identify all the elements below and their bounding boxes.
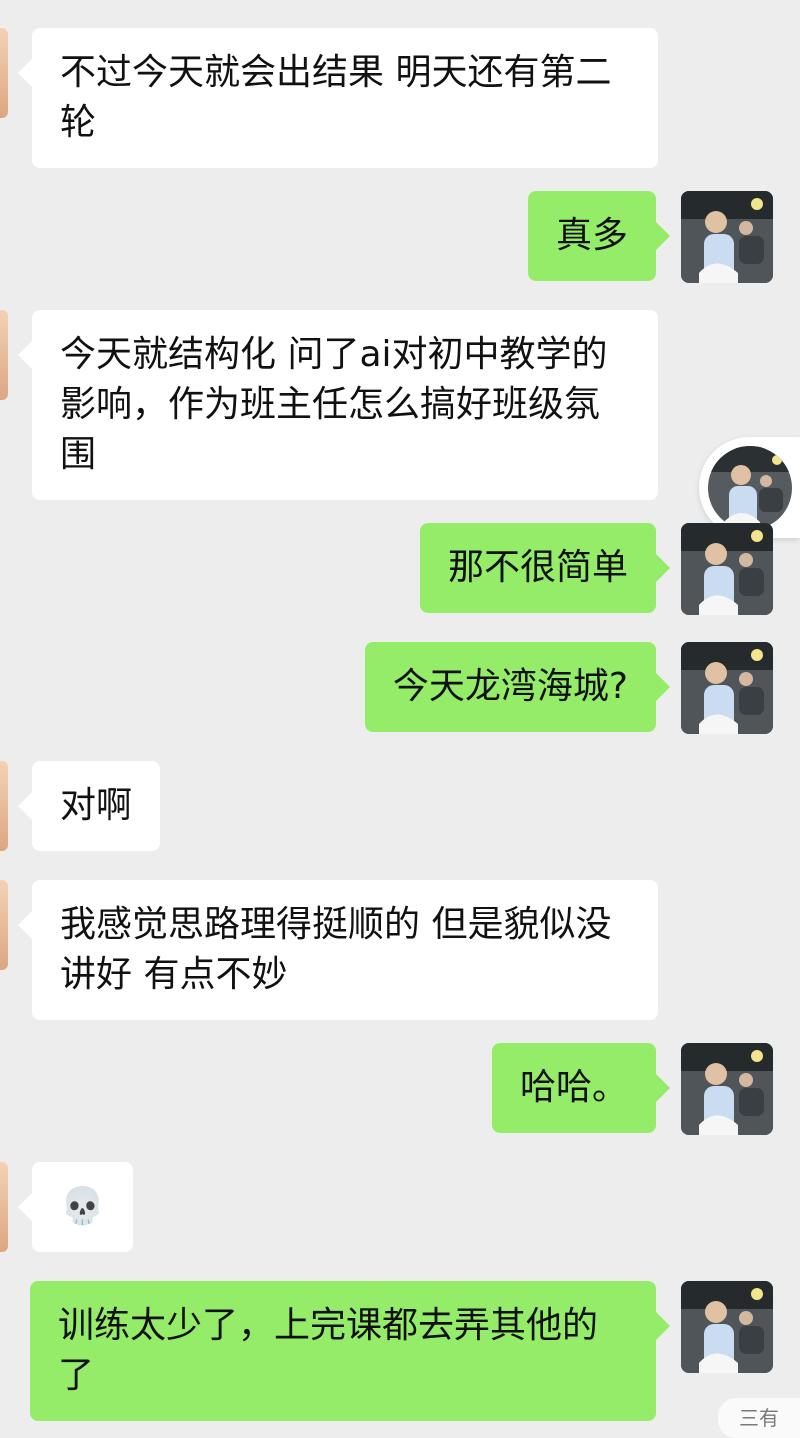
message-bubble-outgoing[interactable]: 训练太少了，上完课都去弄其他的了 (30, 1281, 670, 1421)
message-bubble-incoming[interactable]: 今天就结构化 问了ai对初中教学的影响，作为班主任怎么搞好班级氛围 (18, 310, 658, 500)
photo-avatar-icon (681, 1281, 773, 1373)
photo-avatar-icon (681, 1043, 773, 1135)
message-bubble-outgoing[interactable]: 哈哈。 (491, 1043, 671, 1133)
message-bubble-incoming[interactable]: 我感觉思路理得挺顺的 但是貌似没讲好 有点不妙 (18, 880, 658, 1020)
user-avatar[interactable] (681, 191, 773, 283)
contact-avatar[interactable] (0, 28, 8, 118)
photo-avatar-icon (681, 523, 773, 615)
chat-window: 不过今天就会出结果 明天还有第二轮 真多 今天就结构化 问了ai对初中教学的影响… (0, 0, 800, 1438)
message-bubble-outgoing[interactable]: 今天龙湾海城? (364, 642, 671, 732)
watermark: 三有 (718, 1398, 800, 1438)
user-avatar[interactable] (681, 642, 773, 734)
contact-avatar[interactable] (0, 761, 8, 851)
message-bubble-incoming[interactable]: 不过今天就会出结果 明天还有第二轮 (18, 28, 658, 168)
user-avatar[interactable] (681, 523, 773, 615)
message-bubble-incoming[interactable]: 对啊 (17, 761, 161, 851)
user-avatar[interactable] (681, 1043, 773, 1135)
contact-avatar[interactable] (0, 1162, 8, 1252)
message-bubble-outgoing[interactable]: 真多 (527, 191, 671, 281)
message-bubble-incoming[interactable]: 💀 (18, 1162, 133, 1252)
message-bubble-outgoing[interactable]: 那不很简单 (419, 523, 671, 613)
photo-avatar-icon (708, 446, 792, 530)
avatar-photo (708, 446, 792, 530)
photo-avatar-icon (681, 642, 773, 734)
contact-avatar[interactable] (0, 880, 8, 970)
user-avatar[interactable] (681, 1281, 773, 1373)
contact-avatar[interactable] (0, 310, 8, 400)
photo-avatar-icon (681, 191, 773, 283)
